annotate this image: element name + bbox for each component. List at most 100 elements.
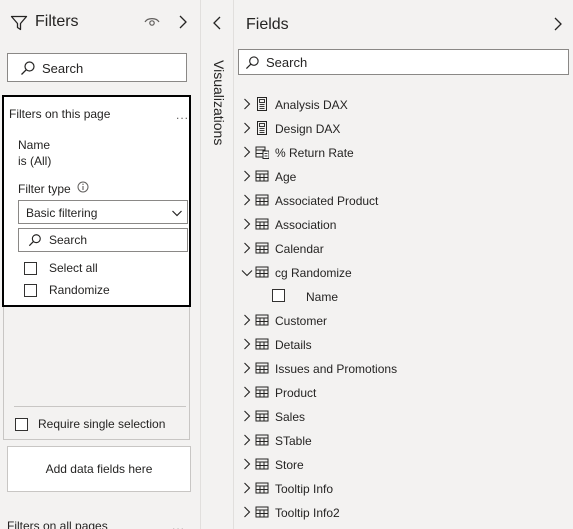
randomize-label: Randomize <box>49 283 110 297</box>
chevron-right-icon[interactable] <box>243 434 251 446</box>
table-row[interactable]: % Return Rate <box>234 140 573 164</box>
eye-icon[interactable] <box>144 15 160 29</box>
chevron-down-icon[interactable] <box>241 268 253 278</box>
table-icon <box>255 506 269 518</box>
require-single-selection-checkbox[interactable] <box>15 417 28 431</box>
table-name: Tooltip Info <box>275 482 334 496</box>
chevron-right-icon[interactable] <box>243 98 251 110</box>
table-icon <box>255 410 269 422</box>
chevron-down-icon <box>172 210 182 217</box>
table-name: Calendar <box>275 242 324 256</box>
chevron-right-icon[interactable] <box>243 122 251 134</box>
table-name: Design DAX <box>275 122 341 136</box>
randomize-option[interactable]: Randomize <box>24 282 110 298</box>
filters-title: Filters <box>35 13 79 30</box>
filter-type-value: Basic filtering <box>26 206 98 220</box>
table-row[interactable]: STable <box>234 428 573 452</box>
search-icon <box>245 56 259 70</box>
more-options-icon[interactable]: ... <box>176 108 189 122</box>
table-row[interactable]: Issues and Promotions <box>234 356 573 380</box>
chevron-right-icon[interactable] <box>176 14 190 30</box>
select-all-checkbox[interactable] <box>24 261 37 275</box>
field-checkbox[interactable] <box>272 289 285 302</box>
require-single-selection-option[interactable]: Require single selection <box>15 416 165 432</box>
table-name: Issues and Promotions <box>275 362 398 376</box>
filter-card-field-name[interactable]: Name <box>18 138 50 152</box>
filter-type-dropdown[interactable]: Basic filtering <box>18 200 188 224</box>
filters-on-this-page-label: Filters on this page <box>9 107 111 121</box>
table-row[interactable]: Age <box>234 164 573 188</box>
chevron-right-icon[interactable] <box>243 170 251 182</box>
table-name: Age <box>275 170 297 184</box>
table-row[interactable]: Sales <box>234 404 573 428</box>
chevron-right-icon[interactable] <box>243 146 251 158</box>
search-icon <box>28 234 41 247</box>
require-single-selection-label: Require single selection <box>38 417 166 431</box>
chevron-right-icon[interactable] <box>243 482 251 494</box>
chevron-right-icon[interactable] <box>243 194 251 206</box>
select-all-option[interactable]: Select all <box>24 260 98 276</box>
table-row[interactable]: Associated Product <box>234 188 573 212</box>
chevron-right-icon[interactable] <box>243 386 251 398</box>
filters-pane: Filters Filters on this page ... Name is… <box>0 0 200 529</box>
filters-header: Filters <box>0 0 200 46</box>
table-row[interactable]: Analysis DAX <box>234 92 573 116</box>
filter-card-search-input[interactable] <box>49 232 179 248</box>
table-icon <box>255 338 269 350</box>
fields-pane: Fields Analysis DAX Design DAX % Return Ra… <box>233 0 573 529</box>
table-row[interactable]: Tooltip Info <box>234 476 573 500</box>
table-row[interactable]: Calendar <box>234 236 573 260</box>
chevron-right-icon[interactable] <box>243 314 251 326</box>
table-row[interactable]: Tooltip Info2 <box>234 500 573 524</box>
table-name: STable <box>275 434 312 448</box>
table-name: Analysis DAX <box>275 98 348 112</box>
divider <box>14 406 186 407</box>
randomize-checkbox[interactable] <box>24 283 37 297</box>
search-icon <box>21 61 35 75</box>
calculator-icon <box>257 121 267 135</box>
filters-search-input[interactable] <box>42 59 182 77</box>
measure-table-icon <box>255 146 269 159</box>
fields-search-input[interactable] <box>266 54 556 71</box>
table-name: cg Randomize <box>275 266 352 280</box>
filter-card-search-box[interactable] <box>18 228 188 252</box>
info-icon[interactable] <box>77 181 89 193</box>
filters-search-box[interactable] <box>7 53 187 82</box>
table-row[interactable]: Customer <box>234 308 573 332</box>
table-row[interactable]: Product <box>234 380 573 404</box>
visualizations-label-container[interactable]: Visualizations <box>205 60 229 170</box>
field-row[interactable]: Name <box>234 284 573 308</box>
chevron-right-icon[interactable] <box>243 458 251 470</box>
table-row[interactable]: Design DAX <box>234 116 573 140</box>
table-row[interactable]: Association <box>234 212 573 236</box>
filter-funnel-icon <box>10 15 28 31</box>
chevron-right-icon[interactable] <box>552 16 564 32</box>
table-row[interactable]: Store <box>234 452 573 476</box>
chevron-right-icon[interactable] <box>243 242 251 254</box>
chevron-right-icon[interactable] <box>243 218 251 230</box>
fields-title: Fields <box>246 16 289 33</box>
table-name: Tooltip Info2 <box>275 506 340 520</box>
table-name: Details <box>275 338 312 352</box>
visualizations-collapsed-pane[interactable]: Visualizations <box>200 0 233 529</box>
fields-search-box[interactable] <box>238 49 569 75</box>
table-icon <box>255 458 269 470</box>
chevron-right-icon[interactable] <box>243 410 251 422</box>
add-data-fields-well[interactable]: Add data fields here <box>7 446 191 492</box>
visualizations-label: Visualizations <box>211 60 227 146</box>
chevron-right-icon[interactable] <box>243 338 251 350</box>
table-name: Store <box>275 458 304 472</box>
table-icon <box>255 266 269 278</box>
table-icon <box>255 362 269 374</box>
table-icon <box>255 434 269 446</box>
table-icon <box>255 242 269 254</box>
calculator-icon <box>257 97 267 111</box>
filters-on-this-page-section: Filters on this page ... Name is (All) F… <box>2 95 191 307</box>
more-options-icon[interactable]: ... <box>172 519 185 529</box>
chevron-left-icon[interactable] <box>211 15 223 31</box>
chevron-right-icon[interactable] <box>243 506 251 518</box>
table-row[interactable]: cg Randomize <box>234 260 573 284</box>
chevron-right-icon[interactable] <box>243 362 251 374</box>
table-name: % Return Rate <box>275 146 354 160</box>
table-row[interactable]: Details <box>234 332 573 356</box>
